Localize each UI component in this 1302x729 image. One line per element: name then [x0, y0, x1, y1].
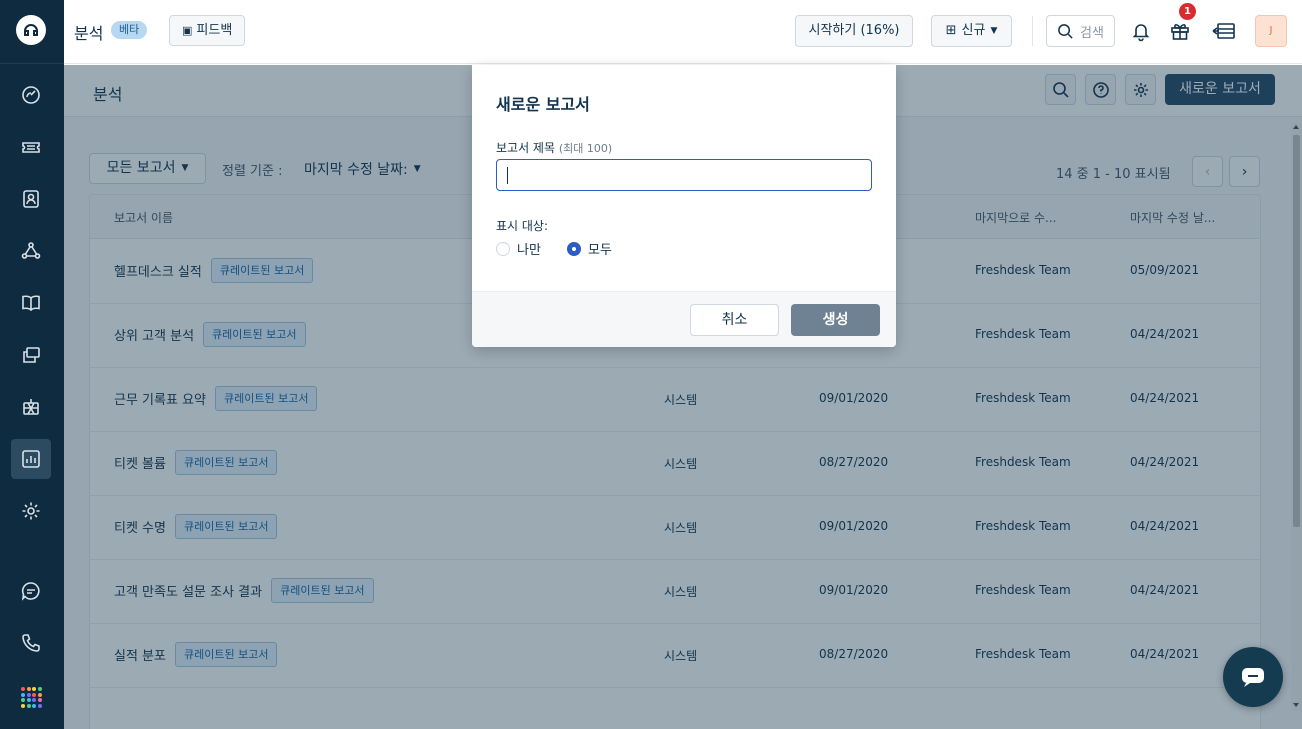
create-button[interactable]: 생성 [791, 304, 880, 336]
feedback-button[interactable]: ▣ 피드백 [169, 15, 246, 46]
dialog-title: 새로운 보고서 [496, 95, 590, 114]
visibility-option-me[interactable]: 나만 [496, 239, 541, 258]
chat-bubble-icon [1242, 668, 1264, 687]
visibility-label: 표시 대상: [496, 219, 549, 233]
new-label: 신규 [961, 23, 986, 38]
cancel-button[interactable]: 취소 [690, 304, 779, 336]
apps-grid-icon[interactable] [21, 687, 42, 708]
new-dropdown-button[interactable]: ⊞ 신규 ▼ [931, 15, 1012, 47]
new-report-dialog: 새로운 보고서 보고서 제목 (최대 100) 표시 대상: 나만 모두 취소 … [472, 65, 896, 347]
top-bar: 분석 베타 ▣ 피드백 시작하기 (16%) ⊞ 신규 ▼ 검색 1 J [64, 0, 1302, 64]
contacts-icon[interactable] [11, 179, 51, 219]
plus-square-icon: ⊞ [945, 23, 957, 38]
solutions-book-icon[interactable] [11, 283, 51, 323]
sidebar-divider [0, 63, 64, 64]
app-section-title: 분석 [74, 24, 104, 43]
report-title-input[interactable] [496, 159, 872, 191]
chevron-down-icon: ▼ [990, 26, 998, 36]
text-cursor [507, 167, 508, 184]
admin-gear-icon[interactable] [11, 491, 51, 531]
feedback-label: 피드백 [196, 23, 233, 38]
ticket-icon[interactable] [11, 127, 51, 167]
search-placeholder: 검색 [1080, 25, 1104, 41]
report-title-hint: (최대 100) [558, 142, 613, 155]
getting-started-button[interactable]: 시작하기 (16%) [795, 15, 913, 47]
gift-icon[interactable] [1167, 17, 1193, 45]
sidebar [0, 0, 64, 729]
radio-checked-icon [567, 241, 581, 256]
option-me-label: 나만 [517, 243, 541, 258]
forums-icon[interactable] [11, 335, 51, 375]
analytics-icon[interactable] [11, 439, 51, 479]
topbar-divider [1032, 16, 1033, 46]
user-avatar[interactable]: J [1255, 15, 1287, 47]
beta-badge: 베타 [111, 21, 148, 39]
workspace-switch-icon[interactable] [1209, 17, 1241, 45]
radio-unchecked-icon [496, 241, 510, 256]
bot-icon[interactable] [11, 387, 51, 427]
dashboard-icon[interactable] [11, 75, 51, 115]
report-title-label: 보고서 제목 (최대 100) [496, 139, 612, 156]
chat-icon[interactable] [11, 571, 51, 611]
report-title-label-text: 보고서 제목 [496, 141, 556, 155]
social-icon[interactable] [11, 231, 51, 271]
dialog-footer: 취소 생성 [472, 291, 896, 347]
notification-count-badge: 1 [1179, 3, 1196, 20]
visibility-option-all[interactable]: 모두 [567, 239, 612, 258]
notifications-bell-icon[interactable] [1128, 17, 1154, 45]
phone-icon[interactable] [11, 623, 51, 663]
feedback-icon: ▣ [182, 24, 193, 37]
option-all-label: 모두 [588, 243, 612, 258]
global-search-button[interactable]: 검색 [1046, 15, 1115, 47]
chat-widget-button[interactable] [1223, 647, 1283, 707]
search-icon [1058, 23, 1073, 39]
freshdesk-logo-icon[interactable] [16, 15, 46, 45]
